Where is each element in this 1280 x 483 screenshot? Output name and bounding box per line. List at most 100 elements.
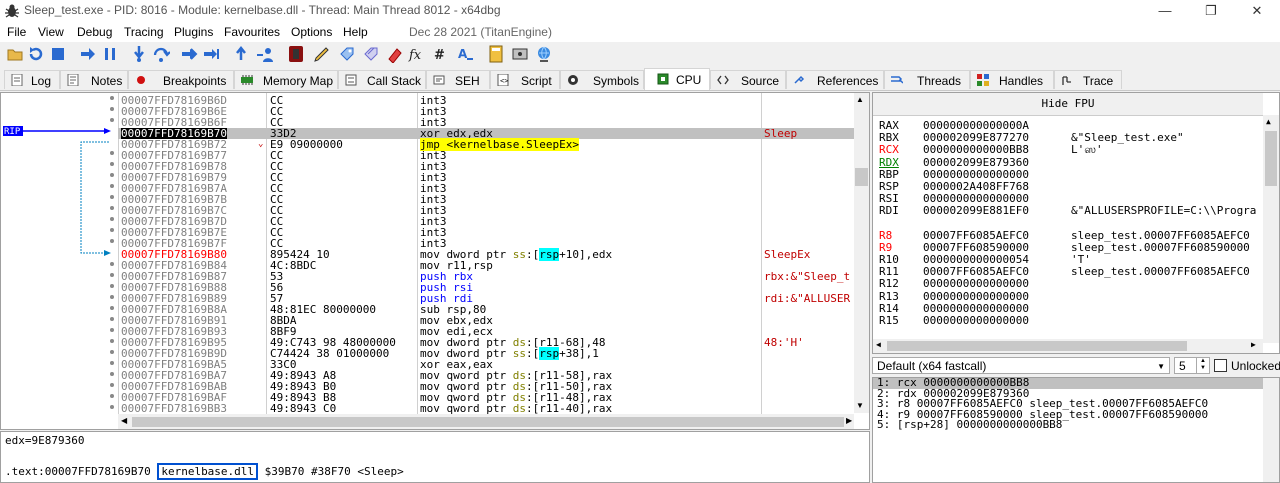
disasm-vertical-scrollbar[interactable]: ▲ ▼ — [854, 93, 869, 413]
disassembly-view[interactable]: RIP 00007FFD78169B6D CC int3 00007FFD78169B… — [0, 92, 870, 430]
patch-icon[interactable]: A — [456, 45, 474, 63]
menu-debug[interactable]: Debug — [77, 25, 112, 39]
tab-symbols[interactable]: Symbols — [560, 70, 644, 89]
label-icon[interactable] — [338, 45, 356, 63]
instruction-row[interactable]: 00007FFD78169B7E CC int3 — [118, 227, 854, 238]
spinner-arrows-icon[interactable]: ▲ ▼ — [1196, 358, 1209, 373]
tab-cpu[interactable]: CPU — [644, 68, 710, 90]
scroll-right-icon[interactable]: ▶ — [1251, 340, 1256, 349]
register-value[interactable]: 0000000000000BB8 — [923, 144, 1029, 156]
tab-memory-map[interactable]: Memory Map — [234, 70, 338, 89]
register-value[interactable]: 0000000000000054 — [923, 254, 1029, 266]
instruction-row[interactable]: 00007FFD78169B89 57 push rdi rdi:&"ALLUSER — [118, 293, 854, 304]
register-row[interactable]: RDI 000002099E881EF0 &"ALLUSERSPROFILE=C:\… — [879, 205, 1269, 217]
hash-icon[interactable]: # — [431, 45, 449, 63]
register-row[interactable]: RCX 0000000000000BB8 L'ஸ' — [879, 144, 1269, 156]
register-row[interactable] — [879, 218, 1269, 230]
instruction-row[interactable]: 00007FFD78169B6D CC int3 — [118, 95, 854, 106]
arguments-pane[interactable]: 1: rcx 0000000000000BB8 2: rdx 000002099E… — [872, 377, 1280, 483]
menu-plugins[interactable]: Plugins — [174, 25, 213, 39]
scroll-thumb[interactable] — [1265, 131, 1277, 186]
instruction-row[interactable]: 00007FFD78169B88 56 push rsi — [118, 282, 854, 293]
scroll-down-icon[interactable]: ▼ — [856, 401, 864, 410]
run-icon[interactable] — [79, 45, 97, 63]
tab-handles[interactable]: Handles — [970, 70, 1054, 89]
register-value[interactable]: 00007FF608590000 — [923, 241, 1029, 254]
register-value[interactable]: 000002099E881EF0 — [923, 205, 1029, 217]
register-row[interactable]: RDX 000002099E879360 — [879, 156, 1269, 169]
tab-trace[interactable]: Trace — [1054, 70, 1122, 89]
register-row[interactable]: R15 0000000000000000 — [879, 315, 1269, 327]
trace-into-icon[interactable] — [181, 45, 199, 63]
regs-vertical-scrollbar[interactable]: ▲ — [1263, 115, 1279, 343]
argument-count-spinner[interactable]: 5 ▲ ▼ — [1174, 357, 1210, 374]
menu-view[interactable]: View — [38, 25, 64, 39]
argument-row[interactable]: 5: [rsp+28] 0000000000000BB8 — [873, 419, 1263, 431]
step-over-icon[interactable] — [152, 45, 170, 63]
info-module-name[interactable]: kernelbase.dll — [157, 463, 259, 480]
register-value[interactable]: 0000000000000000 — [923, 302, 1029, 315]
menu-options[interactable]: Options — [291, 25, 332, 39]
instruction-row[interactable]: 00007FFD78169B79 CC int3 — [118, 172, 854, 183]
register-row[interactable]: R13 0000000000000000 — [879, 290, 1269, 303]
restart-icon[interactable] — [27, 45, 45, 63]
register-value[interactable]: 0000000000000000 — [923, 290, 1029, 303]
instruction-row[interactable]: 00007FFD78169B78 CC int3 — [118, 161, 854, 172]
instruction-row[interactable]: 00007FFD78169B7B CC int3 — [118, 194, 854, 205]
instruction-row[interactable]: 00007FFD78169BB3 49:8943 C0 mov qword ptr … — [118, 403, 854, 414]
instruction-row[interactable]: 00007FFD78169B84 4C:8BDC mov r11,rsp — [118, 260, 854, 271]
tab-threads[interactable]: Threads — [884, 70, 970, 89]
menu-file[interactable]: File — [7, 25, 26, 39]
instruction-row[interactable]: 00007FFD78169B7C CC int3 — [118, 205, 854, 216]
instruction-row[interactable]: 00007FFD78169B87 53 push rbx rbx:&"Sleep_t — [118, 271, 854, 282]
run-to-user-code-icon[interactable] — [256, 45, 274, 63]
hide-fpu-button[interactable]: Hide FPU — [873, 93, 1263, 116]
scroll-thumb[interactable] — [855, 168, 868, 186]
register-value[interactable]: 000002099E877270 — [923, 132, 1029, 144]
tab-breakpoints[interactable]: Breakpoints — [128, 70, 234, 89]
bookmark-icon[interactable] — [362, 45, 380, 63]
instruction-row[interactable]: 00007FFD78169B7A CC int3 — [118, 183, 854, 194]
register-value[interactable]: 00007FF6085AEFC0 — [923, 266, 1029, 278]
open-icon[interactable] — [6, 45, 24, 63]
registers-pane[interactable]: Hide FPU RAX 000000000000000A RBX 000002099… — [872, 92, 1280, 354]
disasm-horizontal-scrollbar[interactable]: ◀ ▶ — [118, 414, 854, 429]
calling-convention-select[interactable]: Default (x64 fastcall) ▼ — [872, 357, 1170, 374]
pause-icon[interactable] — [101, 45, 119, 63]
close-button[interactable]: ✕ — [1234, 0, 1280, 22]
register-value[interactable]: 000002099E879360 — [923, 156, 1029, 169]
menu-tracing[interactable]: Tracing — [124, 25, 164, 39]
stop-icon[interactable] — [49, 45, 67, 63]
edit-comment-icon[interactable] — [313, 45, 331, 63]
scroll-up-icon[interactable]: ▲ — [1266, 117, 1271, 126]
globe-icon[interactable] — [535, 45, 553, 63]
calculator-icon[interactable] — [487, 45, 505, 63]
register-value[interactable]: 000000000000000A — [923, 120, 1029, 132]
trace-over-icon[interactable] — [203, 45, 221, 63]
unlocked-checkbox[interactable] — [1214, 359, 1227, 372]
tab-script[interactable]: <> Script — [490, 70, 560, 89]
scroll-up-icon[interactable]: ▲ — [856, 95, 864, 104]
register-value[interactable]: 0000002A408FF768 — [923, 180, 1029, 193]
scroll-left-icon[interactable]: ◀ — [121, 416, 127, 425]
scroll-left-icon[interactable]: ◀ — [876, 340, 881, 349]
preferences-icon[interactable] — [511, 45, 529, 63]
minimize-button[interactable]: — — [1142, 0, 1188, 22]
register-value[interactable]: 0000000000000000 — [923, 315, 1029, 327]
menu-help[interactable]: Help — [343, 25, 368, 39]
instruction-row[interactable]: 00007FFD78169B7D CC int3 — [118, 216, 854, 227]
tab-log[interactable]: Log — [4, 70, 60, 89]
scylla-icon[interactable] — [287, 45, 305, 63]
register-value[interactable]: 0000000000000000 — [923, 193, 1029, 205]
function-icon[interactable] — [386, 45, 404, 63]
instruction-row[interactable]: 00007FFD78169B77 CC int3 — [118, 150, 854, 161]
tab-notes[interactable]: Notes — [60, 70, 128, 89]
menu-favourites[interactable]: Favourites — [224, 25, 280, 39]
tab-source[interactable]: Source — [710, 70, 786, 89]
tab-call-stack[interactable]: Call Stack — [338, 70, 426, 89]
register-value[interactable]: 0000000000000000 — [923, 168, 1029, 181]
execute-till-return-icon[interactable] — [232, 45, 250, 63]
fx-icon[interactable]: fx — [408, 45, 426, 63]
hscroll-thumb[interactable] — [132, 417, 844, 427]
hscroll-thumb[interactable] — [887, 341, 1187, 351]
